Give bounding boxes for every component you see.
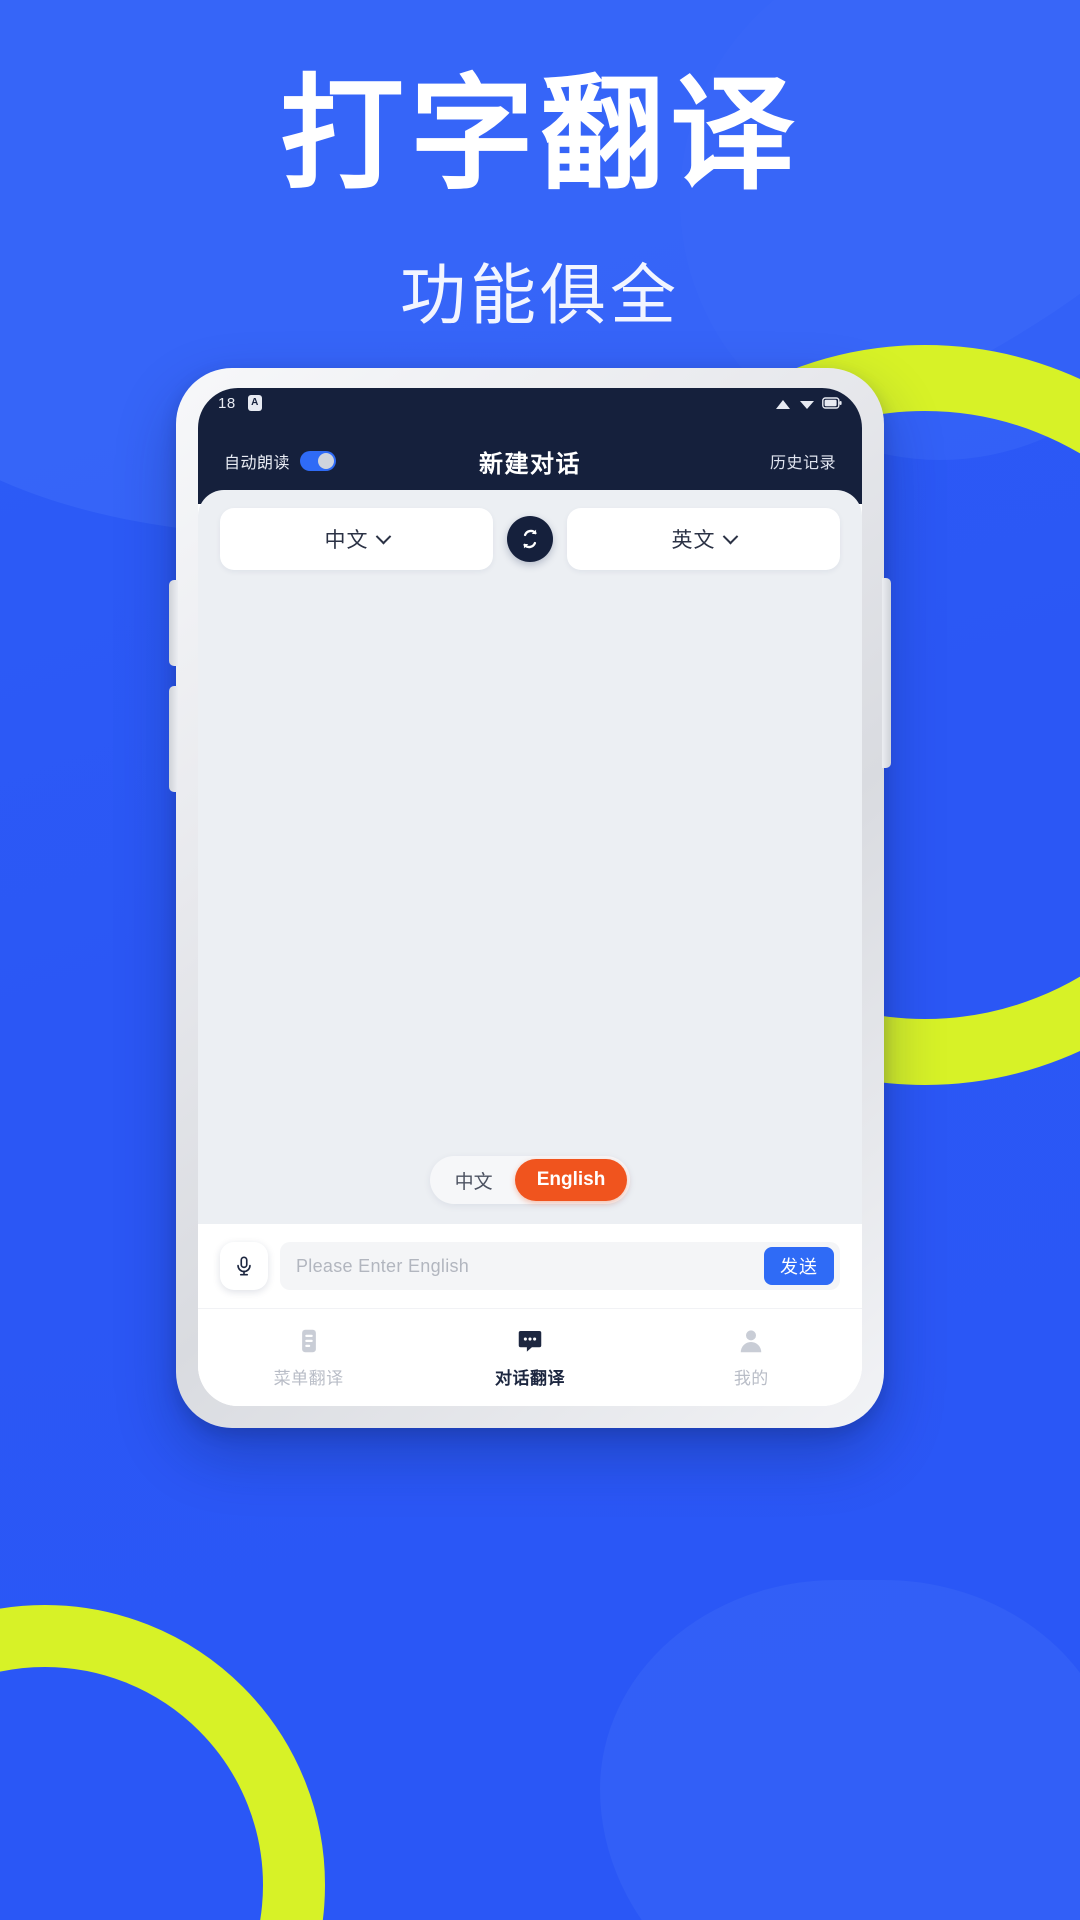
chat-message-list bbox=[198, 580, 862, 1156]
phone-power-button[interactable] bbox=[882, 578, 891, 768]
swap-languages-button[interactable] bbox=[507, 516, 553, 562]
tab-chat-translate[interactable]: 对话翻译 bbox=[419, 1309, 640, 1406]
microphone-button[interactable] bbox=[220, 1242, 268, 1290]
promo-screenshot: 打字翻译 功能俱全 18 A 自动朗读 新建对话 历史记录 中文 英文 中文 E… bbox=[0, 0, 1080, 1920]
tab-label: 我的 bbox=[733, 1369, 769, 1388]
target-language-label: 英文 bbox=[671, 529, 716, 552]
promo-title: 打字翻译 bbox=[279, 66, 800, 204]
menu-translate-icon bbox=[301, 1329, 316, 1353]
target-language-selector[interactable]: 英文 bbox=[567, 508, 840, 570]
chevron-down-icon bbox=[722, 528, 738, 544]
promo-headline: 打字翻译 功能俱全 bbox=[0, 62, 1080, 338]
person-icon bbox=[741, 1330, 762, 1353]
tab-menu-translate[interactable]: 菜单翻译 bbox=[198, 1309, 419, 1406]
promo-subtitle: 功能俱全 bbox=[400, 258, 680, 333]
conversation-body: 中文 英文 中文 English bbox=[198, 490, 862, 1224]
switch-knob bbox=[318, 453, 335, 469]
language-chip-chinese[interactable]: 中文 bbox=[433, 1159, 515, 1201]
decorative-ring-bottom-left bbox=[0, 1605, 325, 1920]
language-chip-english[interactable]: English bbox=[514, 1159, 628, 1201]
chevron-down-icon bbox=[375, 528, 391, 544]
message-input-bar: Please Enter English 发送 bbox=[198, 1224, 862, 1308]
signal-icon bbox=[776, 399, 790, 409]
phone-volume-down-button[interactable] bbox=[169, 686, 178, 792]
bottom-navigation: 菜单翻译 对话翻译 我的 bbox=[198, 1308, 862, 1406]
message-placeholder: Please Enter English bbox=[296, 1255, 470, 1276]
phone-mockup: 18 A 自动朗读 新建对话 历史记录 中文 英文 中文 English Ple… bbox=[169, 368, 891, 1428]
source-language-selector[interactable]: 中文 bbox=[220, 508, 493, 570]
tab-profile[interactable]: 我的 bbox=[641, 1309, 862, 1406]
language-selector-row: 中文 英文 bbox=[198, 490, 862, 580]
status-bar-badge-icon: A bbox=[247, 395, 262, 411]
tab-label: 菜单翻译 bbox=[273, 1369, 344, 1388]
tab-label: 对话翻译 bbox=[494, 1369, 565, 1388]
auto-read-toggle[interactable]: 自动朗读 bbox=[224, 449, 337, 473]
auto-read-label: 自动朗读 bbox=[224, 455, 291, 472]
battery-icon bbox=[822, 397, 842, 409]
source-language-label: 中文 bbox=[324, 529, 369, 552]
status-bar-icons bbox=[776, 397, 842, 410]
send-button[interactable]: 发送 bbox=[764, 1247, 834, 1285]
chat-translate-icon bbox=[518, 1331, 542, 1352]
status-bar: 18 A bbox=[198, 388, 862, 418]
background-blob-bottom-right bbox=[600, 1580, 1080, 1920]
language-toggle-group: 中文 English bbox=[429, 1156, 631, 1204]
swap-languages-icon bbox=[523, 529, 537, 549]
microphone-icon bbox=[237, 1256, 251, 1276]
phone-volume-up-button[interactable] bbox=[169, 580, 178, 666]
auto-read-switch[interactable] bbox=[300, 451, 337, 471]
message-text-field[interactable]: Please Enter English 发送 bbox=[280, 1242, 840, 1290]
active-language-toggle: 中文 English bbox=[198, 1156, 862, 1224]
history-button[interactable]: 历史记录 bbox=[770, 449, 836, 473]
phone-screen: 18 A 自动朗读 新建对话 历史记录 中文 英文 中文 English Ple… bbox=[198, 388, 862, 1406]
wifi-icon bbox=[800, 400, 814, 409]
status-bar-time: 18 bbox=[218, 394, 236, 412]
